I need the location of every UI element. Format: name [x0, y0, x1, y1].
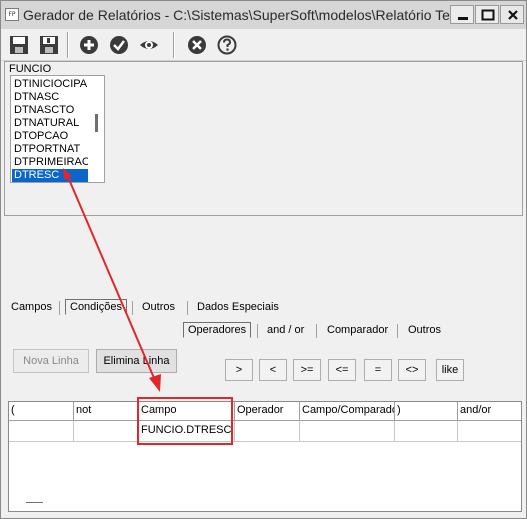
column-header-open-paren[interactable]: ( [9, 402, 74, 421]
scrollbar-thumb[interactable] [95, 114, 98, 132]
tab-separator [187, 301, 188, 315]
list-item[interactable]: DTPRIMEIRACN [12, 156, 88, 169]
title-bar: FP Gerador de Relatórios - C:\Sistemas\S… [1, 1, 526, 29]
list-item[interactable]: DTPORTNAT [12, 143, 88, 156]
elimina-linha-button[interactable]: Elimina Linha [96, 349, 177, 373]
save-icon [10, 36, 28, 54]
app-icon: FP [5, 8, 19, 21]
close-button[interactable] [500, 5, 524, 24]
list-item[interactable]: DTNASCTO [12, 104, 88, 117]
operator-greater-button[interactable]: > [225, 359, 253, 381]
toolbar [1, 29, 526, 61]
tab-separator [59, 301, 60, 315]
tab-separator [316, 324, 317, 338]
table-cell[interactable] [235, 421, 300, 442]
tab-dados-especiais[interactable]: Dados Especiais [193, 300, 283, 316]
operator-less-equal-button[interactable]: <= [328, 359, 356, 381]
column-header-campo-comparador[interactable]: Campo/Comparador [300, 402, 395, 421]
list-item[interactable]: DTOPCAO [12, 130, 88, 143]
confirm-button[interactable] [107, 33, 131, 57]
list-item[interactable]: DTNATURAL [12, 117, 88, 130]
column-header-not[interactable]: not [74, 402, 139, 421]
table-cell[interactable] [300, 421, 395, 442]
tab-operadores[interactable]: Operadores [183, 322, 252, 338]
operator-equal-button[interactable]: = [364, 359, 392, 381]
grid-scroll-indicator [26, 502, 43, 503]
operator-not-equal-button[interactable]: <> [398, 359, 426, 381]
toolbar-separator [173, 32, 175, 58]
preview-icon [140, 41, 158, 49]
operator-less-button[interactable]: < [259, 359, 287, 381]
column-header-close-paren[interactable]: ) [395, 402, 458, 421]
tab-and-or[interactable]: and / or [263, 323, 308, 339]
table-name-label: FUNCIO [9, 63, 52, 75]
tab-campos[interactable]: Campos [7, 300, 56, 316]
column-header-operador[interactable]: Operador [235, 402, 300, 421]
save-button[interactable] [7, 33, 31, 57]
table-cell[interactable] [458, 421, 521, 442]
list-item[interactable]: DTINICIOCIPA [12, 78, 88, 91]
help-button[interactable] [215, 33, 239, 57]
add-button[interactable] [77, 33, 101, 57]
cancel-button[interactable] [185, 33, 209, 57]
tab-outros-sub[interactable]: Outros [404, 323, 445, 339]
column-header-and-or[interactable]: and/or [458, 402, 521, 421]
tab-separator [397, 324, 398, 338]
tab-separator [257, 324, 258, 338]
list-item[interactable]: DTNASC [12, 91, 88, 104]
conditions-grid[interactable]: ( not Campo Operador Campo/Comparador ) … [8, 401, 522, 512]
tab-outros[interactable]: Outros [138, 300, 179, 316]
annotation-highlight-box [137, 397, 233, 445]
report-generator-window: FP Gerador de Relatórios - C:\Sistemas\S… [0, 0, 527, 519]
close-icon [508, 10, 518, 20]
maximize-icon [481, 9, 495, 21]
save-as-icon [40, 36, 58, 54]
help-icon [217, 35, 237, 55]
operator-greater-equal-button[interactable]: >= [293, 359, 321, 381]
table-cell[interactable] [9, 421, 74, 442]
toolbar-separator [67, 32, 69, 58]
save-as-button[interactable] [37, 33, 61, 57]
operator-like-button[interactable]: like [436, 359, 464, 381]
tab-comparador[interactable]: Comparador [323, 323, 392, 339]
table-cell[interactable] [395, 421, 458, 442]
tab-condicoes[interactable]: Condições [65, 299, 127, 315]
add-icon [80, 36, 98, 54]
listbox-scrollbar[interactable] [90, 76, 104, 182]
list-item-selected[interactable]: DTRESC [12, 169, 88, 182]
maximize-button[interactable] [475, 5, 499, 24]
minimize-button[interactable] [450, 5, 474, 24]
minimize-icon [458, 17, 468, 20]
preview-button[interactable] [137, 33, 161, 57]
check-icon [110, 36, 128, 54]
tab-separator [132, 301, 133, 315]
cancel-icon [188, 36, 206, 54]
nova-linha-button[interactable]: Nova Linha [13, 349, 89, 373]
fields-listbox[interactable]: DTINICIOCIPA DTNASC DTNASCTO DTNATURAL D… [10, 75, 105, 183]
window-title: Gerador de Relatórios - C:\Sistemas\Supe… [23, 7, 473, 23]
table-cell[interactable] [74, 421, 139, 442]
